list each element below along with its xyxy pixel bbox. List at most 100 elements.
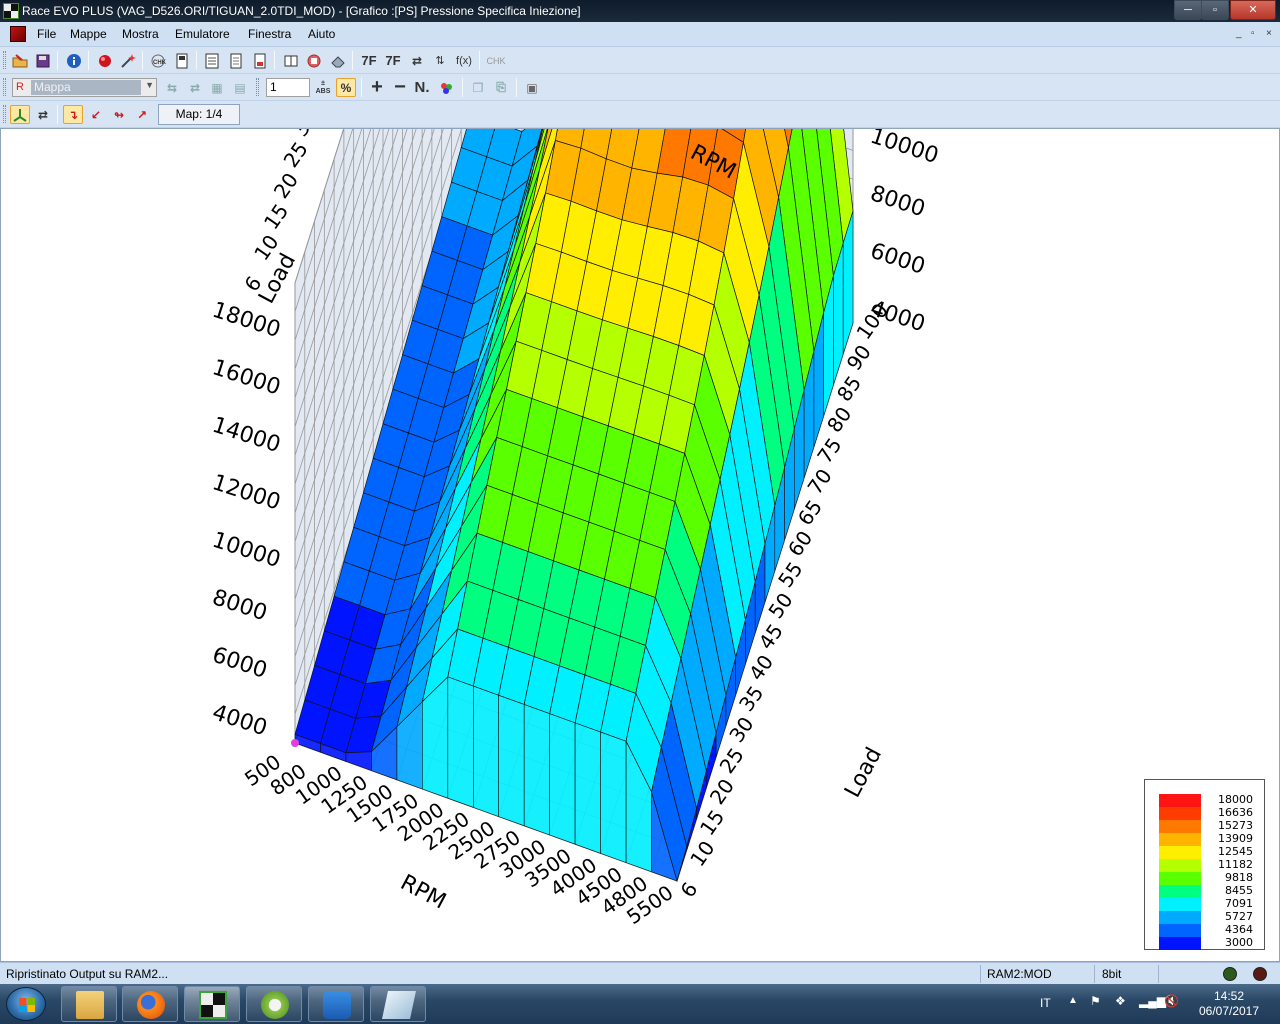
copy-icon[interactable]: ❐ [468,78,488,97]
abs-button[interactable]: ± ABS [313,78,333,97]
eraser-icon[interactable] [328,51,348,70]
chevron-down-icon[interactable]: ▼ [145,80,154,90]
mdi-close-button[interactable]: × [1266,28,1272,39]
load-tick-label: 85 [832,371,866,406]
toolbar-separator [274,51,275,70]
hex-7f-button[interactable]: 7F [359,51,379,70]
window-title: Race EVO PLUS (VAG_D526.ORI/TIGUAN_2.0TD… [22,4,581,18]
pressure-tick-label: 8000 [209,585,270,626]
view-toolbar: ⇄ ↴ ↙ ↬ ↗ Map: 1/4 [0,101,1280,128]
fx-button[interactable]: f(x) [453,51,475,70]
legend-swatch [1159,859,1201,872]
save-icon[interactable] [33,51,53,70]
load-tick-label: 10 [685,836,719,871]
rotate-left-icon[interactable]: ↙ [86,105,106,124]
info-icon[interactable] [64,51,84,70]
load-tick-label: 20 [269,168,303,203]
prev-map-icon[interactable]: ⇆ [162,78,182,97]
document-icon[interactable] [10,26,26,42]
clipboard-icon[interactable]: ▣ [522,78,542,97]
chk-button[interactable]: CHK [484,51,508,70]
close-button[interactable]: ✕ [1230,0,1276,20]
calc-icon[interactable] [202,51,222,70]
swap-axes-icon[interactable]: ⇄ [33,105,53,124]
rotate-up-icon[interactable]: ↗ [132,105,152,124]
teamviewer-icon[interactable] [308,986,364,1022]
open-icon[interactable] [10,51,30,70]
clock[interactable]: 14:52 06/07/2017 [1190,989,1268,1019]
toolbar-separator [462,78,463,97]
table-edit-icon[interactable]: ▤ [230,78,250,97]
start-button[interactable] [6,987,46,1021]
toolbar-grip[interactable] [3,105,6,123]
toolbar-separator [142,51,143,70]
minus-button[interactable]: − [390,76,410,98]
map-type-select[interactable]: R Mappa ▼ [12,78,157,97]
book-icon[interactable] [281,51,301,70]
firefox-icon[interactable] [122,986,178,1022]
load-tick-label: 25 [715,743,749,778]
legend-swatch [1159,872,1201,885]
menu-mostra[interactable]: Mostra [122,27,159,41]
axes-3d-icon[interactable] [10,105,30,124]
clock-time: 14:52 [1213,989,1245,1003]
paste-icon[interactable]: ⎘ [491,78,511,97]
status-led-green [1223,967,1237,981]
mdi-restore-button[interactable]: ▫ [1251,28,1255,39]
toolbar-grip[interactable] [256,78,259,96]
chiptuning-icon[interactable] [246,986,302,1022]
cursor-marker [291,739,299,747]
menu-mappe[interactable]: Mappe [70,27,107,41]
copy-map-icon[interactable]: ⇄ [185,78,205,97]
network-icon[interactable]: ▂▄▆ [1139,994,1166,1008]
legend-swatch [1159,937,1201,950]
graph-panel[interactable]: 500 800 1000 1250 1500 1750 2000 2250 2500 2750 30… [0,128,1280,962]
menu-aiuto[interactable]: Aiuto [308,27,335,41]
rotate-down-icon[interactable]: ↴ [63,105,83,124]
status-divider [1094,965,1095,983]
swap-lines-button[interactable]: ⇅ [430,51,450,70]
legend-value: 12545 [1218,845,1253,858]
plus-button[interactable]: + [367,76,387,98]
flag-icon[interactable]: ⚑ [1090,994,1101,1008]
legend-value: 18000 [1218,793,1253,806]
explorer-icon[interactable] [61,986,117,1022]
language-indicator[interactable]: IT [1040,996,1051,1010]
notepad-icon[interactable] [370,986,426,1022]
volume-muted-icon[interactable]: 🔇 [1164,994,1179,1008]
percent-button[interactable]: % [336,78,356,97]
n-button[interactable]: N. [412,78,432,97]
reload-icon[interactable] [304,51,324,70]
doc-icon[interactable] [226,51,246,70]
paint-icon[interactable] [436,78,456,97]
tray-expand-icon[interactable]: ▲ [1068,995,1078,1006]
and-7f-button[interactable]: 7F [383,51,403,70]
pressure-tick-label: 16000 [209,355,283,400]
toolbar-separator [196,51,197,70]
dropbox-icon[interactable]: ❖ [1115,994,1126,1008]
magic-icon[interactable] [118,51,138,70]
rotate-right-icon[interactable]: ↬ [109,105,129,124]
maximize-button[interactable]: ▫ [1201,0,1229,20]
toolbar-grip[interactable] [3,51,6,69]
mdi-minimize-button[interactable]: _ [1236,28,1242,39]
load-tick-label: 35 [734,681,768,716]
pdf-icon[interactable] [250,51,270,70]
map-toolbar: R Mappa ▼ ⇆ ⇄ ▦ ▤ 1 ± ABS % + − N. ❐ ⎘ ▣ [0,74,1280,101]
minimize-button[interactable]: ─ [1174,0,1202,20]
record-icon[interactable] [95,51,115,70]
menu-file[interactable]: File [37,27,56,41]
table-icon[interactable]: ▦ [207,78,227,97]
step-input[interactable]: 1 [266,78,310,97]
menu-finestra[interactable]: Finestra [248,27,291,41]
toolbar-grip[interactable] [3,78,6,96]
surface-plot-3d[interactable]: 5008001000125015001750200022502500275030… [1,129,1279,961]
checksum-icon[interactable]: CHK [148,51,168,70]
menu-emulatore[interactable]: Emulatore [175,27,230,41]
load-tick-label: 80 [822,402,856,437]
swap-button[interactable]: ⇄ [407,51,427,70]
legend-swatch [1159,833,1201,846]
page-icon[interactable] [172,51,192,70]
race-evo-icon[interactable] [184,986,240,1022]
load-tick-label: 15 [695,805,729,840]
